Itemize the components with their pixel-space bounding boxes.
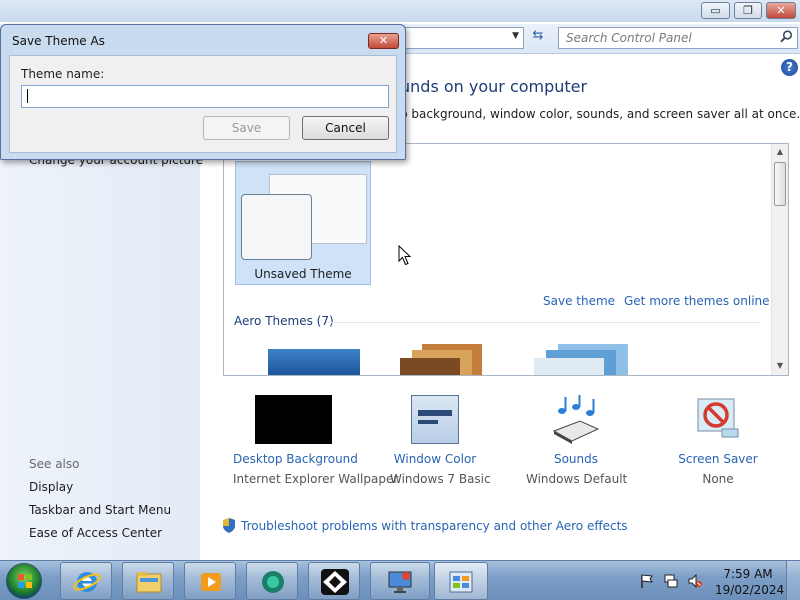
theme-thumbnail-front [241,194,312,260]
window-color-setting[interactable]: Window Color Windows 7 Basic [390,392,491,487]
save-button[interactable]: Save [203,116,290,140]
taskbar-file-explorer[interactable] [122,562,174,600]
troubleshoot-row[interactable]: Troubleshoot problems with transparency … [222,518,628,533]
system-clock[interactable]: 7:59 AM 19/02/2024 [715,566,785,598]
desktop-background-value: Internet Explorer Wallpaper [233,472,399,486]
flag-icon[interactable] [640,574,654,588]
screen-saver-icon [694,395,742,444]
sounds-setting[interactable]: Sounds Windows Default [526,392,628,487]
desktop-background-setting[interactable]: Desktop Background Internet Explorer Wal… [233,392,399,487]
file-explorer-icon [135,569,163,595]
theme-name-input[interactable] [21,85,389,108]
taskbar-start-menu-link[interactable]: Taskbar and Start Menu [29,503,171,517]
window-titlebar: ▭ ❐ ✕ [0,0,800,22]
start-button[interactable] [6,563,42,599]
help-icon[interactable]: ? [781,59,798,76]
desktop-background-link[interactable]: Desktop Background [233,452,358,466]
aero-theme-architecture-thumbnail[interactable] [400,344,492,375]
search-placeholder: Search Control Panel [566,31,692,45]
window-color-link[interactable]: Window Color [390,452,480,466]
scroll-up-icon[interactable]: ▲ [772,144,788,160]
close-button[interactable]: ✕ [766,2,796,19]
aero-theme-windows7-thumbnail[interactable] [268,349,360,375]
minimize-button[interactable]: ▭ [701,2,730,19]
theme-list: Unsaved Theme Save theme Get more themes… [223,143,789,376]
taskbar-media-player[interactable] [184,562,236,600]
network-icon[interactable] [664,574,678,588]
scroll-down-icon[interactable]: ▼ [772,358,788,374]
taskbar-app[interactable] [246,562,298,600]
chevron-down-icon[interactable]: ▼ [512,31,519,41]
page-heading: unds on your computer [400,77,588,96]
shield-icon [222,518,236,533]
sounds-value: Windows Default [526,472,628,486]
unsaved-theme-tile[interactable]: Unsaved Theme [235,161,371,285]
media-player-icon [197,569,225,595]
ease-of-access-link[interactable]: Ease of Access Center [29,526,162,540]
clock-time: 7:59 AM [723,567,773,581]
aero-themes-heading: Aero Themes (7) [234,314,334,328]
taskbar: 7:59 AM 19/02/2024 [0,560,800,600]
taskbar-display-settings[interactable] [370,562,430,600]
search-box[interactable]: Search Control Panel [558,27,798,49]
app-icon [259,569,287,595]
save-theme-link[interactable]: Save theme [543,294,615,308]
scrollbar-thumb[interactable] [774,162,786,206]
taskbar-app-2[interactable] [308,562,360,600]
show-desktop-button[interactable] [786,561,800,600]
screen-saver-value: None [702,472,734,486]
volume-muted-icon[interactable] [688,573,702,589]
control-panel-icon [447,569,475,595]
taskbar-control-panel[interactable] [434,562,488,600]
screen-saver-setting[interactable]: Screen Saver None [673,392,763,487]
clock-date: 19/02/2024 [715,583,785,597]
see-also-heading: See also [29,457,80,471]
display-settings-icon [386,569,414,595]
desktop-background-thumbnail [254,395,332,444]
unsaved-theme-label: Unsaved Theme [254,267,352,281]
screen-saver-link[interactable]: Screen Saver [673,452,763,466]
save-theme-dialog: Save Theme As ✕ Theme name: Save Cancel [0,24,406,160]
window-color-value: Windows 7 Basic [390,472,491,486]
app-icon-2 [321,569,349,595]
windows-logo-icon [18,574,32,588]
cancel-button[interactable]: Cancel [302,116,389,140]
dialog-close-button[interactable]: ✕ [368,33,399,49]
window-color-icon [411,395,459,444]
sounds-link[interactable]: Sounds [526,452,626,466]
internet-explorer-icon [73,569,101,595]
theme-name-label: Theme name: [21,67,105,81]
refresh-icon[interactable]: ⇆ [528,28,548,48]
section-divider [326,322,760,323]
page-description: p background, window color, sounds, and … [400,107,800,121]
text-caret [27,89,28,103]
aero-theme-characters-thumbnail[interactable] [534,344,630,375]
get-more-themes-link[interactable]: Get more themes online [624,294,770,308]
troubleshoot-link[interactable]: Troubleshoot problems with transparency … [241,519,628,533]
dialog-body: Theme name: Save Cancel [9,55,397,153]
theme-list-scrollbar[interactable]: ▲ ▼ [771,144,788,375]
maximize-button[interactable]: ❐ [734,2,762,19]
address-field[interactable]: ▼ [400,27,524,49]
sounds-icon [550,395,602,444]
taskbar-internet-explorer[interactable] [60,562,112,600]
dialog-title: Save Theme As [12,34,105,48]
search-icon[interactable] [780,30,793,47]
display-link[interactable]: Display [29,480,73,494]
